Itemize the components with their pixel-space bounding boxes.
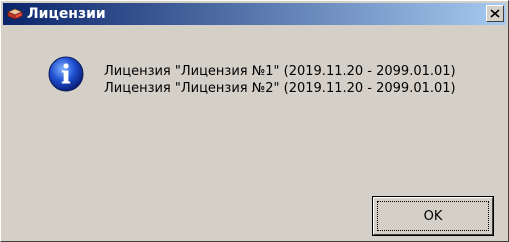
license-line: Лицензия "Лицензия №1" (2019.11.20 - 209…: [104, 64, 456, 79]
close-button[interactable]: [486, 5, 504, 22]
close-icon: [490, 9, 500, 18]
license-book-icon: [7, 8, 23, 20]
ok-button[interactable]: OK: [372, 196, 494, 236]
window-title: Лицензии: [27, 6, 106, 22]
license-list: Лицензия "Лицензия №1" (2019.11.20 - 209…: [104, 63, 456, 97]
license-line: Лицензия "Лицензия №2" (2019.11.20 - 209…: [104, 81, 456, 96]
title-bar[interactable]: Лицензии: [3, 3, 506, 25]
info-icon: [48, 56, 84, 92]
license-dialog: Лицензии Лицензия "Лицензия №1" (2019.11…: [0, 0, 509, 242]
